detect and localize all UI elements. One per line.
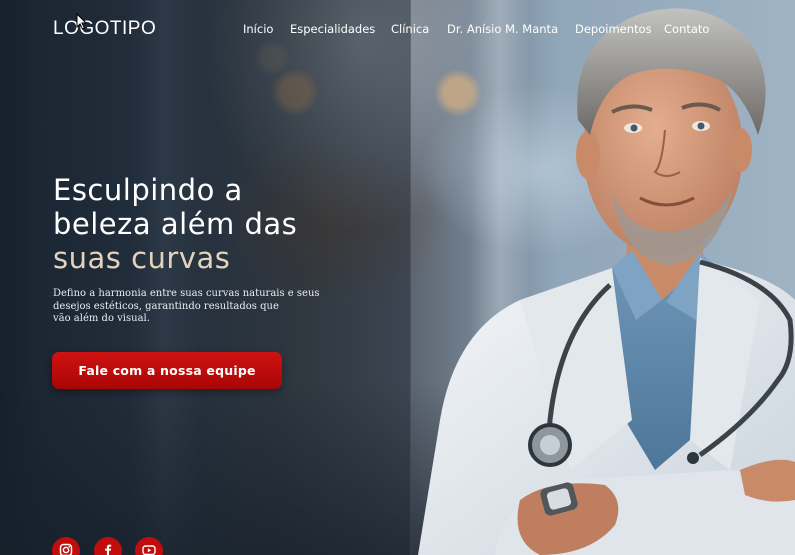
headline-line: Esculpindo a (53, 173, 243, 207)
description-line: Defino a harmonia entre suas curvas natu… (53, 288, 320, 299)
contact-team-button[interactable]: Fale com a nossa equipe (52, 352, 282, 389)
headline-line: beleza além das (53, 207, 298, 241)
hero-background (0, 0, 795, 555)
facebook-icon (105, 544, 112, 555)
nav-item-doctor[interactable]: Dr. Anísio M. Manta (447, 22, 558, 36)
nav-item-especialidades[interactable]: Especialidades (290, 22, 375, 36)
main-navigation: Início Especialidades Clínica Dr. Anísio… (0, 22, 795, 40)
hero-headline: Esculpindo a beleza além das suas curvas (53, 173, 297, 275)
nav-item-contato[interactable]: Contato (664, 22, 709, 36)
headline-accent-line: suas curvas (53, 241, 231, 275)
nav-item-inicio[interactable]: Início (243, 22, 273, 36)
overlay-divider (410, 0, 411, 555)
hero-description: Defino a harmonia entre suas curvas natu… (53, 288, 333, 326)
instagram-icon (59, 543, 73, 555)
nav-item-depoimentos[interactable]: Depoimentos (575, 22, 652, 36)
doctor-photo (418, 8, 795, 555)
description-line: desejos estéticos, garantindo resultados… (53, 300, 279, 312)
description-line: vão além do visual. (53, 313, 150, 324)
youtube-icon (142, 545, 156, 555)
nav-item-clinica[interactable]: Clínica (391, 22, 429, 36)
hero-text-overlay (0, 0, 411, 555)
